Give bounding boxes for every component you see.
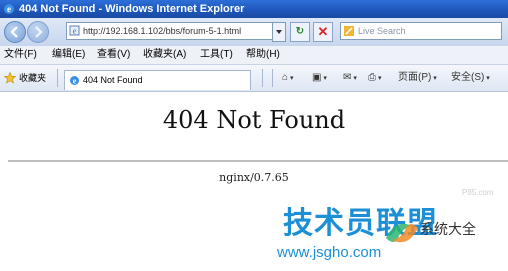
separator <box>272 69 273 87</box>
menu-bar: 文件(F) 编辑(E) 查看(V) 收藏夹(A) 工具(T) 帮助(H) <box>0 46 508 65</box>
menu-view[interactable]: 查看(V) <box>97 46 130 64</box>
print-button[interactable]: ⎙ ▾ <box>368 70 381 86</box>
chevron-down-icon: ▾ <box>484 75 490 82</box>
address-url: http://192.168.1.102/bbs/forum-5-1.html <box>83 26 242 36</box>
chevron-down-icon: ▾ <box>431 75 437 82</box>
forward-button[interactable] <box>27 21 49 43</box>
stop-button[interactable]: ✕ <box>313 22 333 42</box>
back-arrow-icon <box>10 26 18 38</box>
refresh-icon: ↻ <box>295 26 305 37</box>
stop-icon: ✕ <box>317 24 329 39</box>
address-field[interactable]: e http://192.168.1.102/bbs/forum-5-1.htm… <box>66 22 284 40</box>
home-button[interactable]: ⌂ ▾ <box>282 70 294 86</box>
menu-file[interactable]: 文件(F) <box>4 46 37 64</box>
back-button[interactable] <box>4 21 26 43</box>
window-title: 404 Not Found - Windows Internet Explore… <box>19 3 245 15</box>
page-menu-button[interactable]: 页面(P) ▾ <box>398 70 437 86</box>
address-toolbar: e http://192.168.1.102/bbs/forum-5-1.htm… <box>0 18 508 46</box>
separator <box>262 69 263 87</box>
safety-menu-button[interactable]: 安全(S) ▾ <box>451 70 490 86</box>
favorites-button[interactable]: 收藏夹 <box>19 65 46 91</box>
search-placeholder: Live Search <box>358 26 406 36</box>
menu-favorites[interactable]: 收藏夹(A) <box>143 46 186 64</box>
chevron-down-icon: ▾ <box>376 75 382 82</box>
svg-text:e: e <box>73 77 77 86</box>
favorites-star-icon[interactable] <box>4 72 16 84</box>
separator <box>57 69 58 87</box>
window-titlebar: e 404 Not Found - Windows Internet Explo… <box>0 0 508 18</box>
feeds-button[interactable]: ▣ ▾ <box>312 70 327 86</box>
ie-logo-icon: e <box>4 4 14 14</box>
svg-text:e: e <box>7 4 11 14</box>
print-icon: ⎙ <box>368 72 376 83</box>
tab-label: 404 Not Found <box>83 75 143 85</box>
watermark-swirl-icon <box>386 223 418 243</box>
refresh-button[interactable]: ↻ <box>290 22 310 42</box>
menu-edit[interactable]: 编辑(E) <box>52 46 85 64</box>
chevron-down-icon: ▾ <box>321 75 327 82</box>
tab-page-icon: e <box>70 76 79 86</box>
tab-404-not-found[interactable]: e 404 Not Found <box>64 70 251 90</box>
safety-menu-label: 安全(S) <box>451 72 485 83</box>
page-menu-label: 页面(P) <box>398 72 432 83</box>
forward-arrow-icon <box>35 26 43 38</box>
chevron-down-icon: ▾ <box>288 75 294 82</box>
live-search-icon <box>344 26 354 36</box>
watermark-url: www.jsgho.com <box>277 244 382 261</box>
search-box[interactable]: Live Search <box>340 22 502 40</box>
page-icon: e <box>69 25 80 36</box>
server-signature: nginx/0.7.65 <box>219 171 289 184</box>
mail-button[interactable]: ✉ ▾ <box>343 70 357 86</box>
favorites-bar: 收藏夹 e 404 Not Found ⌂ ▾ ▣ ▾ ✉ ▾ ⎙ ▾ 页面(P… <box>0 65 508 92</box>
watermark-small-text: P85.com <box>462 188 494 197</box>
menu-help[interactable]: 帮助(H) <box>246 46 280 64</box>
address-dropdown-button[interactable] <box>272 22 286 42</box>
horizontal-rule <box>8 160 508 162</box>
page-heading: 404 Not Found <box>162 106 346 134</box>
chevron-down-icon: ▾ <box>351 75 357 82</box>
menu-tools[interactable]: 工具(T) <box>200 46 233 64</box>
svg-text:e: e <box>73 27 77 36</box>
watermark-side-text: 系统大全 <box>420 221 476 237</box>
